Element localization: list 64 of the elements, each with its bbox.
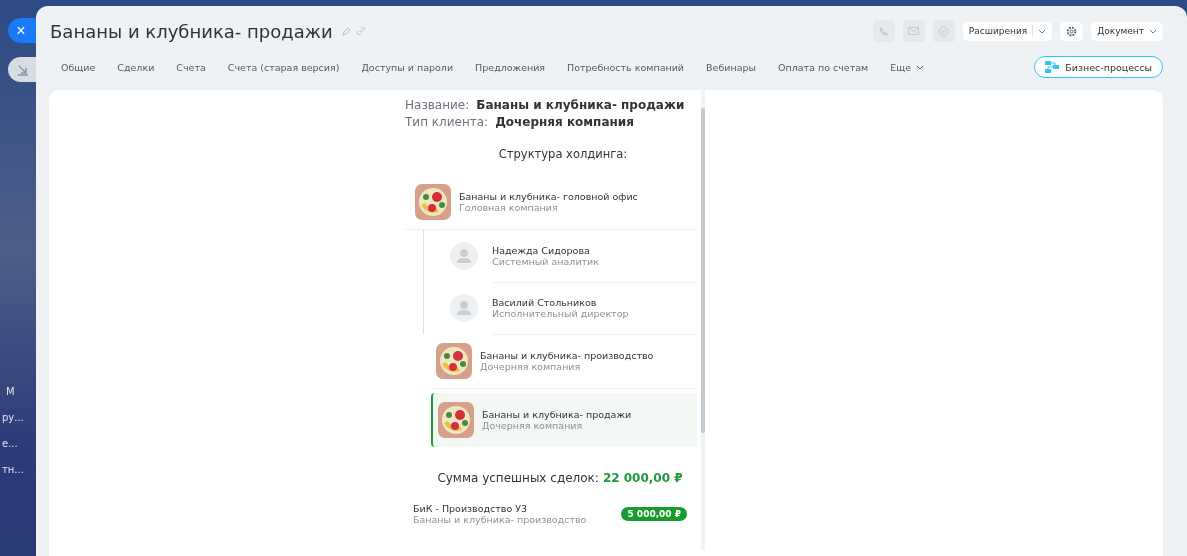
section-title: Структура холдинга: xyxy=(497,147,629,161)
deal-company: Бананы и клубника- производство xyxy=(413,514,587,525)
link-icon[interactable] xyxy=(355,26,366,36)
sidebar-item[interactable]: е... xyxy=(2,438,24,449)
company-row[interactable]: Бананы и клубника- производство Дочерняя компания xyxy=(431,334,697,389)
pencil-icon[interactable] xyxy=(341,26,351,36)
employee-name: Надежда Сидорова xyxy=(492,244,591,256)
employee-position: Системный аналитик xyxy=(492,255,601,267)
tab[interactable]: Счета (старая версия) xyxy=(216,61,351,73)
sidebar-item[interactable]: М xyxy=(2,386,24,397)
company-row[interactable]: Бананы и клубника- головной офис Головная компания xyxy=(405,175,697,230)
selected-company-row[interactable]: Бананы и клубника- продажи Дочерняя компания xyxy=(431,393,697,447)
chat-button[interactable] xyxy=(932,20,955,42)
field-label: Название: xyxy=(405,98,470,112)
tab[interactable]: Предложения xyxy=(464,61,557,73)
company-type: Дочерняя компания xyxy=(482,420,584,431)
company-name: Бананы и клубника- продажи xyxy=(482,409,632,420)
company-name: Бананы и клубника- производство xyxy=(480,350,654,361)
sum-value: 22 000,00 ₽ xyxy=(602,471,683,485)
fruit-bowl-icon xyxy=(436,343,472,379)
arrow-down-right-icon xyxy=(17,63,29,76)
flowchart-icon xyxy=(1045,61,1060,73)
phone-icon xyxy=(878,26,889,36)
employee-name: Василий Стольников xyxy=(492,296,598,308)
employee-position: Исполнительный директор xyxy=(492,307,630,319)
chevron-down-icon xyxy=(1149,28,1157,34)
sum-label: Сумма успешных сделок: xyxy=(437,471,599,485)
business-processes-button[interactable]: Бизнес-процессы xyxy=(1034,56,1163,78)
fruit-bowl-icon xyxy=(415,184,451,220)
field-label: Тип клиента: xyxy=(405,115,489,129)
tab[interactable]: Сделки xyxy=(106,61,166,73)
deal-title: БиК - Производство У3 xyxy=(413,503,529,514)
sidebar-item[interactable]: ру... xyxy=(2,412,24,423)
chevron-down-icon xyxy=(1038,28,1047,34)
deal-amount-badge: 5 000,00 ₽ xyxy=(621,507,687,521)
mail-button[interactable] xyxy=(902,20,925,42)
tab[interactable]: Общие xyxy=(50,61,107,73)
fruit-bowl-icon xyxy=(438,402,474,438)
tab[interactable]: Потребность компаний xyxy=(556,61,696,73)
tab[interactable]: Доступы и пароли xyxy=(350,61,465,73)
close-button[interactable]: × xyxy=(8,18,38,43)
minimize-button[interactable] xyxy=(8,57,38,82)
field-value: Дочерняя компания xyxy=(495,115,634,129)
tab[interactable]: Оплата по счетам xyxy=(767,61,880,73)
phone-button[interactable] xyxy=(872,20,895,42)
field-value: Бананы и клубника- продажи xyxy=(476,98,685,112)
settings-icon xyxy=(1066,25,1078,37)
extensions-button[interactable]: Расширения xyxy=(962,21,1053,41)
avatar-icon xyxy=(450,294,478,322)
company-type: Головная компания xyxy=(459,202,559,213)
sidebar-item[interactable]: тн... xyxy=(2,464,24,475)
tab[interactable]: Еще xyxy=(879,61,935,73)
settings-button[interactable] xyxy=(1060,21,1084,41)
avatar-icon xyxy=(450,242,478,270)
tab[interactable]: Счета xyxy=(165,61,217,73)
tab[interactable]: Вебинары xyxy=(695,61,767,73)
company-type: Дочерняя компания xyxy=(480,361,582,372)
window-title: Бананы и клубника- продажи xyxy=(50,20,333,42)
document-button[interactable]: Документ xyxy=(1091,21,1163,41)
company-name: Бананы и клубника- головной офис xyxy=(459,191,638,202)
scrollbar[interactable] xyxy=(701,90,705,550)
envelope-icon xyxy=(908,27,920,35)
chevron-down-icon xyxy=(916,64,924,70)
chat-icon xyxy=(938,25,950,37)
